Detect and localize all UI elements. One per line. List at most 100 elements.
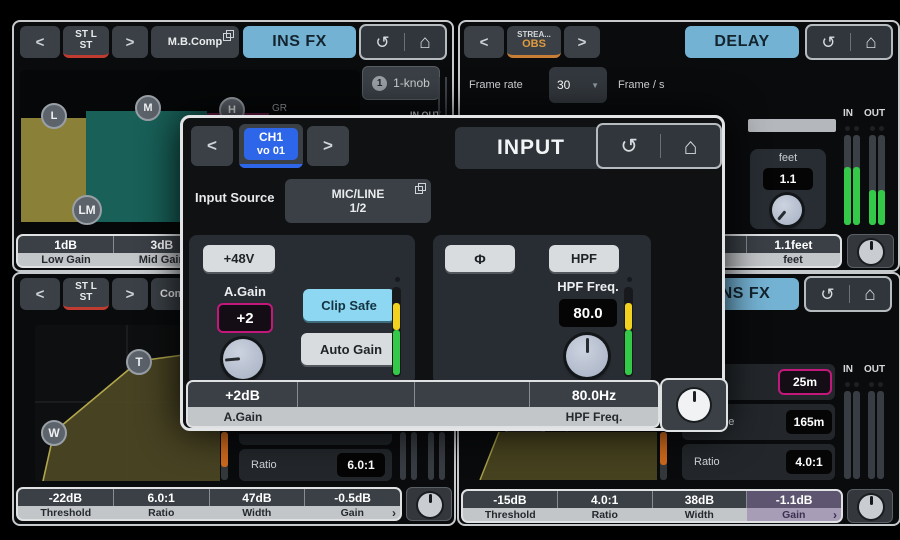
delay-feet-card: feet 1.1 [750,149,826,229]
home-icon[interactable]: ⌂ [864,285,875,304]
next-channel-button[interactable]: > [112,26,148,58]
undo-icon[interactable]: ↺ [375,34,389,51]
phase-button[interactable]: Φ [445,245,515,272]
param-bar: -22dB 6.0:1 47dB -0.5dB Threshold Ratio … [16,487,402,521]
touch-knob-icon [418,493,442,517]
nav-group: ↺ ⌂ [804,276,892,312]
again-knob[interactable] [223,339,263,379]
channel-select-button[interactable]: ST L ST [63,26,109,58]
param-cell[interactable] [415,382,530,407]
param-cell-gain[interactable]: -0.5dB [305,489,400,506]
divider [404,33,405,51]
meter-green-fill [393,330,400,375]
dialog-prev-channel-button[interactable]: < [191,126,233,166]
param-cell-threshold[interactable]: -15dB [463,491,558,508]
nav-group: ↺ ⌂ [359,24,447,60]
phantom-48v-button[interactable]: +48V [203,245,275,272]
gain-label: Gain [341,507,364,519]
ratio-row[interactable]: Ratio 4.0:1 [682,444,835,480]
param-cell-width[interactable]: 47dB [210,489,306,506]
again-value-box[interactable]: +2 [217,303,273,333]
channel-select-button[interactable]: ST L ST [63,278,109,310]
crossover-lm-handle[interactable]: LM [72,195,102,225]
frame-rate-dropdown[interactable]: 30 ▼ [549,67,607,103]
out-meter [868,391,875,479]
attack-value-box[interactable]: 25m [778,369,832,395]
prev-channel-button[interactable]: < [20,26,60,58]
delay-knob[interactable] [772,195,802,225]
touch-knob-button[interactable] [406,487,452,521]
dialog-channel-select-button[interactable]: CH1 vo 01 [239,124,303,168]
channel-name: ST L [75,30,97,41]
param-label: HPF Freq. [530,407,658,426]
param-cell-width[interactable]: 38dB [653,491,748,508]
touch-knob-button[interactable] [847,489,893,523]
channel-underline [239,164,303,168]
undo-icon[interactable]: ↺ [620,136,638,157]
next-channel-button[interactable]: > [112,278,148,310]
fx-select-button[interactable]: M.B.Comp [151,26,239,58]
param-cell-ratio[interactable]: 4.0:1 [558,491,653,508]
band-low-handle[interactable]: L [41,103,67,129]
param-cell-gain-selected[interactable]: -1.1dB [747,491,841,508]
threshold-handle[interactable]: T [126,349,152,375]
in-meter-fill [853,167,860,225]
param-cell-feet[interactable]: 1.1feet [747,236,840,253]
channel-select-button[interactable]: STREA... OBS [507,26,561,58]
out-meter [439,432,445,480]
param-cell[interactable] [298,382,415,407]
param-cell-hpf-freq[interactable]: 80.0Hz [530,382,658,407]
channel-text: CH1 vo 01 [239,124,303,164]
feet-value-box[interactable]: 1.1 [763,168,813,190]
gr-meter [660,432,667,480]
ratio-value-box[interactable]: 6.0:1 [337,453,385,477]
frame-rate-value: 30 [557,78,570,92]
auto-gain-button[interactable]: Auto Gain [301,333,401,365]
prev-channel-button[interactable]: < [20,278,60,310]
dialog-next-channel-button[interactable]: > [307,126,349,166]
release-value-box[interactable]: 165m [786,410,832,434]
meter-in-label: IN [843,364,853,375]
hpf-freq-value-box[interactable]: 80.0 [559,299,617,327]
hpf-button[interactable]: HPF [549,245,619,272]
width-handle[interactable]: W [41,420,67,446]
undo-icon[interactable]: ↺ [821,34,835,51]
touch-knob-button[interactable] [847,234,894,268]
in-meter [844,391,851,479]
home-icon[interactable]: ⌂ [684,135,698,158]
param-cell-threshold[interactable]: -22dB [18,489,114,506]
input-source-button[interactable]: MIC/LINE 1/2 [285,179,431,223]
delay-scale-bar [748,119,836,132]
param-bar: -15dB 4.0:1 38dB -1.1dB Threshold Ratio … [461,489,843,523]
home-icon[interactable]: ⌂ [419,33,430,52]
undo-icon[interactable]: ↺ [820,286,834,303]
next-channel-button[interactable]: > [564,26,600,58]
copy-icon [415,183,426,194]
band-mid-handle[interactable]: M [135,95,161,121]
ratio-row[interactable]: Ratio 6.0:1 [239,449,392,481]
param-cell-ratio[interactable]: 6.0:1 [114,489,210,506]
hpf-freq-knob[interactable] [566,335,608,377]
prev-channel-button[interactable]: < [464,26,504,58]
param-cell-again[interactable]: +2dB [188,382,298,407]
frame-unit-label: Frame / s [618,79,664,91]
param-label: Ratio [558,508,653,521]
one-knob-button[interactable]: 1 1-knob [362,66,440,100]
param-cell-low-gain[interactable]: 1dB [18,236,114,253]
clip-dot [870,126,875,131]
input-source-value: MIC/LINE [332,187,385,201]
home-icon[interactable]: ⌂ [865,33,876,52]
clip-dot [845,382,850,387]
page-title-insfx: INS FX [243,26,356,58]
dialog-touch-knob-button[interactable] [660,378,728,432]
gain-label: Gain [782,509,805,521]
ratio-value-box[interactable]: 4.0:1 [786,450,832,474]
channel-name: ST L [75,282,97,293]
out-meter [428,432,434,480]
channel-name2: ST [80,41,93,52]
more-params-chevron-icon[interactable]: › [392,506,396,520]
param-label: Threshold [18,506,114,519]
more-params-chevron-icon[interactable]: › [833,508,837,522]
clip-safe-button[interactable]: Clip Safe [303,289,395,321]
clip-dot [395,277,400,282]
